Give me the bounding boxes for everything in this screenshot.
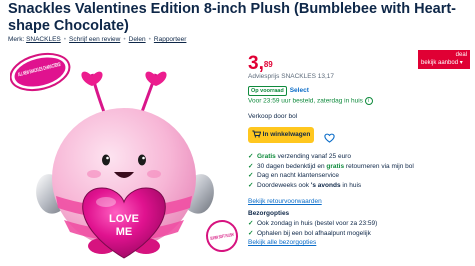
in-stock-badge: Op voorraad — [248, 86, 287, 96]
check-icon: ✓ — [248, 181, 254, 189]
heart-text-me: ME — [116, 226, 133, 238]
deal-label: deal — [455, 52, 467, 58]
plush-eye-right — [138, 154, 146, 166]
deal-view-offer: bekijk aanbod — [421, 59, 459, 66]
delivery-options-title: Bezorgopties — [248, 210, 290, 217]
deal-badge[interactable]: deal bekijk aanbod ▾ — [418, 50, 470, 69]
heart-text-love: LOVE — [109, 213, 139, 225]
check-icon: ✓ — [248, 172, 254, 179]
delivery-option: ✓ Ophalen bij een bol afhaalpunt mogelijk — [248, 229, 371, 237]
product-title: Snackles Valentines Edition 8-inch Plush… — [8, 1, 456, 34]
heart-icon — [324, 133, 335, 143]
report-link[interactable]: Rapporteer — [154, 36, 187, 43]
usp-item: ✓ Doordeweeks ook 's avonds in huis — [248, 181, 362, 189]
add-to-cart-button[interactable]: In winkelwagen — [248, 127, 314, 143]
add-to-cart-label: In winkelwagen — [262, 131, 311, 138]
price: 3,89 — [248, 54, 273, 74]
price-whole: 3, — [248, 53, 264, 74]
antenna-heart-left — [81, 71, 103, 86]
info-icon[interactable]: i — [364, 97, 373, 105]
cart-icon — [252, 130, 261, 138]
usp-item: ✓ Gratis verzending vanaf 25 euro — [248, 153, 351, 160]
delivery-promise: Voor 23:59 uur besteld, zaterdag in huis… — [248, 97, 373, 105]
meta-separator: • — [63, 36, 67, 43]
check-icon: ✓ — [248, 220, 254, 227]
write-review-link[interactable]: Schrijf een review — [69, 36, 120, 43]
check-icon: ✓ — [248, 162, 254, 170]
soft-plush-sticker: SUPER SOFT PLUSH! — [206, 220, 238, 252]
all-delivery-options-link[interactable]: Bekijk alle bezorgopties — [248, 239, 316, 246]
usp-item: ✓ Dag en nacht klantenservice — [248, 172, 340, 179]
new-characters-sticker: ALL NEW SNACKLES CHARACTERS! — [9, 52, 71, 92]
delivery-options-list: ✓ Ook zondag in huis (bestel voor za 23:5… — [248, 219, 377, 238]
usp-item: ✓ 30 dagen bedenktijd en gratis retourner… — [248, 162, 414, 170]
share-link[interactable]: Delen — [129, 36, 146, 43]
select-label: Select — [289, 87, 309, 94]
seller-info: Verkoop door bol — [248, 113, 298, 120]
return-conditions-link[interactable]: Bekijk retourvoorwaarden — [248, 198, 322, 205]
product-meta-bar: Merk: SNACKLES • Schrijf een review • Delen •… — [8, 36, 186, 43]
brand-label: Merk: — [8, 36, 25, 43]
check-icon: ✓ — [248, 153, 254, 160]
delivery-text: Voor 23:59 uur besteld, zaterdag in huis — [248, 97, 363, 105]
price-cents: 89 — [263, 60, 273, 69]
check-icon: ✓ — [248, 229, 254, 237]
usp-list: ✓ Gratis verzending vanaf 25 euro ✓ 30 dag… — [248, 152, 414, 190]
chevron-down-icon: ▾ — [459, 59, 463, 66]
antenna-heart-right — [145, 71, 167, 86]
delivery-option: ✓ Ook zondag in huis (bestel voor za 23:5… — [248, 220, 378, 227]
wishlist-button[interactable] — [324, 130, 335, 148]
stock-status: Op voorraad Select — [248, 86, 309, 96]
advice-price: Adviesprijs SNACKLES 13,17 — [248, 73, 334, 80]
meta-separator: • — [148, 36, 151, 43]
brand-link[interactable]: SNACKLES — [26, 36, 61, 43]
product-image[interactable]: LOVE ME ALL NEW SNACKLES CHARACTERS! SUP… — [9, 50, 240, 261]
meta-separator: • — [123, 36, 126, 43]
plush-eye-left — [102, 154, 110, 166]
plush-illustration: LOVE ME ALL NEW SNACKLES CHARACTERS! SUP… — [9, 52, 238, 259]
